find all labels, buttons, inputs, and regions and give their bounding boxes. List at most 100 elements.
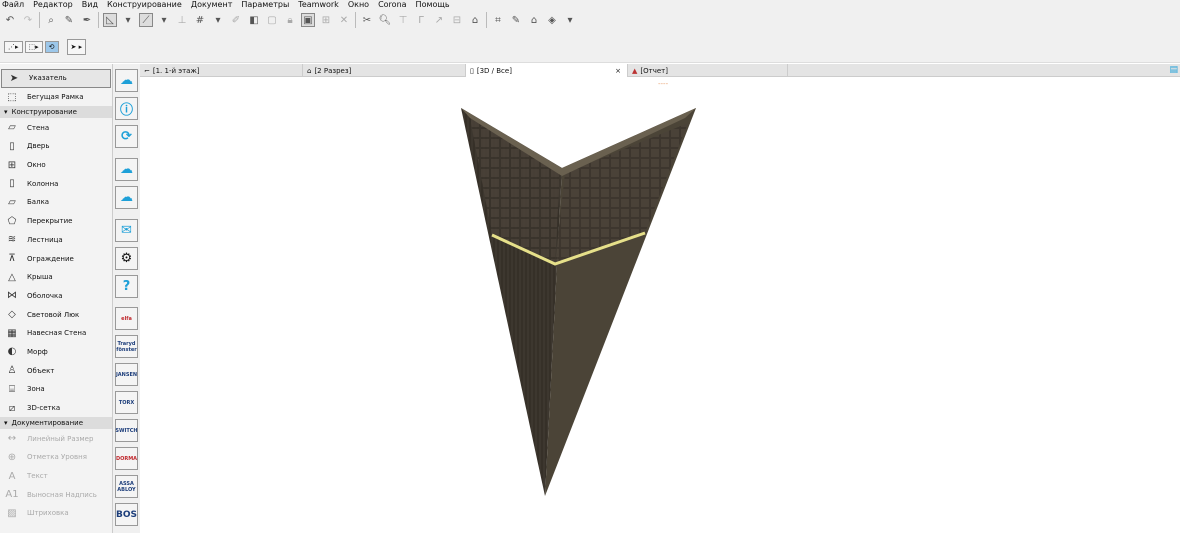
- palette-button-switch[interactable]: SWITCH: [115, 419, 138, 442]
- toolbox-item[interactable]: ♙ Объект: [0, 361, 112, 380]
- toolbox-group-header[interactable]: ▾ Документирование: [0, 417, 112, 430]
- toolbox-item[interactable]: ⧄ 3D-сетка: [0, 399, 112, 418]
- orbit-button[interactable]: ⟲: [44, 40, 59, 53]
- grid-snap-icon[interactable]: #: [193, 13, 207, 27]
- toolbox-item[interactable]: ⌸ Зона: [0, 380, 112, 399]
- toolbox-item[interactable]: A1 Выносная Надпись: [0, 485, 112, 504]
- palette-button-elfa[interactable]: elfa: [115, 307, 138, 330]
- element-filter-button[interactable]: ⋰▸: [4, 40, 23, 53]
- magnify-icon[interactable]: 🔍︎: [378, 13, 392, 27]
- tab-list-icon[interactable]: ▤: [1169, 65, 1178, 75]
- palette-button-dorma[interactable]: DORMA: [115, 447, 138, 470]
- pencil-icon[interactable]: ✐: [229, 13, 243, 27]
- dropdown-icon[interactable]: ▾: [211, 13, 225, 27]
- toolbox-group-header[interactable]: ▾ Конструирование: [0, 106, 112, 119]
- toolbox-item[interactable]: ◐ Морф: [0, 343, 112, 362]
- toolbox-item[interactable]: △ Крыша: [0, 268, 112, 287]
- group-icon[interactable]: ▢: [265, 13, 279, 27]
- pointer-button[interactable]: ➤ ▸: [66, 38, 87, 55]
- edit-icon[interactable]: ✎: [509, 13, 523, 27]
- 3d-view-icon[interactable]: ⌂: [527, 13, 541, 27]
- toolbox-item[interactable]: ⏥ Балка: [0, 193, 112, 212]
- toolbox-item-label: Оболочка: [27, 291, 63, 300]
- toolbox-item[interactable]: ➤ Указатель: [1, 69, 111, 88]
- undo-icon[interactable]: ↶: [3, 13, 17, 27]
- menu-8[interactable]: Corona: [378, 0, 406, 9]
- palette-button-torx[interactable]: TORX: [115, 391, 138, 414]
- menu-0[interactable]: Файл: [2, 0, 24, 9]
- tab-section[interactable]: ⌂ [2 Разрез]: [303, 64, 466, 77]
- lock-icon[interactable]: 🔒︎: [283, 13, 297, 27]
- cloud-sync-icon: ☁: [120, 190, 133, 205]
- palette-button-jansen[interactable]: JANSEN: [115, 363, 138, 386]
- tab-floor-plan[interactable]: ⌐ [1. 1-й этаж]: [140, 64, 303, 77]
- toolbox-item[interactable]: ⊞ Окно: [0, 156, 112, 175]
- 3d-icon: ▯: [470, 66, 474, 75]
- toolbox-item[interactable]: ⋈ Оболочка: [0, 287, 112, 306]
- toolbox-item[interactable]: ▯ Дверь: [0, 137, 112, 156]
- menu-3[interactable]: Конструирование: [107, 0, 182, 9]
- render-icon[interactable]: ◈: [545, 13, 559, 27]
- brand-logo: BOS: [116, 509, 137, 520]
- palette-button-bos[interactable]: BOS: [115, 503, 138, 526]
- palette-button-cloud-sync[interactable]: ☁: [115, 186, 138, 209]
- corner-icon[interactable]: Γ: [414, 13, 428, 27]
- menu-6[interactable]: Teamwork: [298, 0, 339, 9]
- 3d-viewport[interactable]: ----: [140, 78, 1180, 533]
- toolbox-item-label: Зона: [27, 385, 45, 394]
- tab-3d[interactable]: ▯ [3D / Все] ×: [466, 64, 628, 77]
- dropdown-icon[interactable]: ▾: [563, 13, 577, 27]
- toolbox-item[interactable]: ⊼ Ограждение: [0, 249, 112, 268]
- gravity-icon[interactable]: ◺: [103, 13, 117, 27]
- marquee-button[interactable]: ⬚▸: [24, 40, 43, 53]
- guide-lines-icon[interactable]: ⟋: [139, 13, 153, 27]
- dropdown-icon[interactable]: ▾: [121, 13, 135, 27]
- toolbox-item[interactable]: ↔ Линейный Размер: [0, 429, 112, 448]
- palette-button-sync[interactable]: ⟳: [115, 125, 138, 148]
- syringe-icon[interactable]: ✒: [80, 13, 94, 27]
- toolbox-item[interactable]: ▯ Колонна: [0, 174, 112, 193]
- toolbox-item[interactable]: ▦ Навесная Стена: [0, 324, 112, 343]
- toolbox-item[interactable]: ▱ Стена: [0, 118, 112, 137]
- scissors-icon[interactable]: ✂: [360, 13, 374, 27]
- palette-button-mail[interactable]: ✉: [115, 219, 138, 242]
- column-icon: ▯: [9, 178, 15, 190]
- suspend-groups-icon[interactable]: ▣: [301, 13, 315, 27]
- toolbox-item[interactable]: A Текст: [0, 467, 112, 486]
- menu-2[interactable]: Вид: [82, 0, 98, 9]
- select-nodes-icon[interactable]: ⌗: [491, 13, 505, 27]
- align-icon[interactable]: ⊥: [175, 13, 189, 27]
- cross-icon[interactable]: ✕: [337, 13, 351, 27]
- menu-5[interactable]: Параметры: [241, 0, 289, 9]
- palette-button-help[interactable]: ?: [115, 275, 138, 298]
- layer-icon[interactable]: ◧: [247, 13, 261, 27]
- trace-icon[interactable]: ⊞: [319, 13, 333, 27]
- palette-button-assa-abloy[interactable]: ASSA ABLOY: [115, 475, 138, 498]
- close-tab-icon[interactable]: ×: [615, 67, 621, 75]
- menu-7[interactable]: Окно: [348, 0, 369, 9]
- palette-button-cloud-list[interactable]: ☁: [115, 158, 138, 181]
- dropdown-icon[interactable]: ▾: [157, 13, 171, 27]
- fillet-icon[interactable]: ↗: [432, 13, 446, 27]
- house-icon[interactable]: ⌂: [468, 13, 482, 27]
- menu-1[interactable]: Редактор: [33, 0, 73, 9]
- toolbox-item[interactable]: ⬚ Бегущая Рамка: [0, 88, 112, 107]
- redo-icon[interactable]: ↷: [21, 13, 35, 27]
- stair-icon: ≋: [7, 234, 17, 246]
- palette-button-cloud-upload[interactable]: ☁: [115, 69, 138, 92]
- split-icon[interactable]: ⊟: [450, 13, 464, 27]
- palette-button-traryd-fönster[interactable]: Traryd fönster: [115, 335, 138, 358]
- toolbox-item[interactable]: ≋ Лестница: [0, 231, 112, 250]
- toolbox-item[interactable]: ▨ Штриховка: [0, 504, 112, 523]
- eyedropper-icon[interactable]: ✎: [62, 13, 76, 27]
- menu-9[interactable]: Помощь: [416, 0, 450, 9]
- toolbox-item[interactable]: ⬠ Перекрытие: [0, 212, 112, 231]
- toolbox-item[interactable]: ⊕ Отметка Уровня: [0, 448, 112, 467]
- find-select-icon[interactable]: ⌕: [44, 13, 58, 27]
- toolbox-item[interactable]: ◇ Световой Люк: [0, 305, 112, 324]
- menu-4[interactable]: Документ: [191, 0, 233, 9]
- palette-button-info[interactable]: ⓘ: [115, 97, 138, 120]
- palette-button-settings[interactable]: ⚙: [115, 247, 138, 270]
- elevate-icon[interactable]: ⊤: [396, 13, 410, 27]
- tab-report[interactable]: ▲ [Отчет]: [628, 64, 788, 77]
